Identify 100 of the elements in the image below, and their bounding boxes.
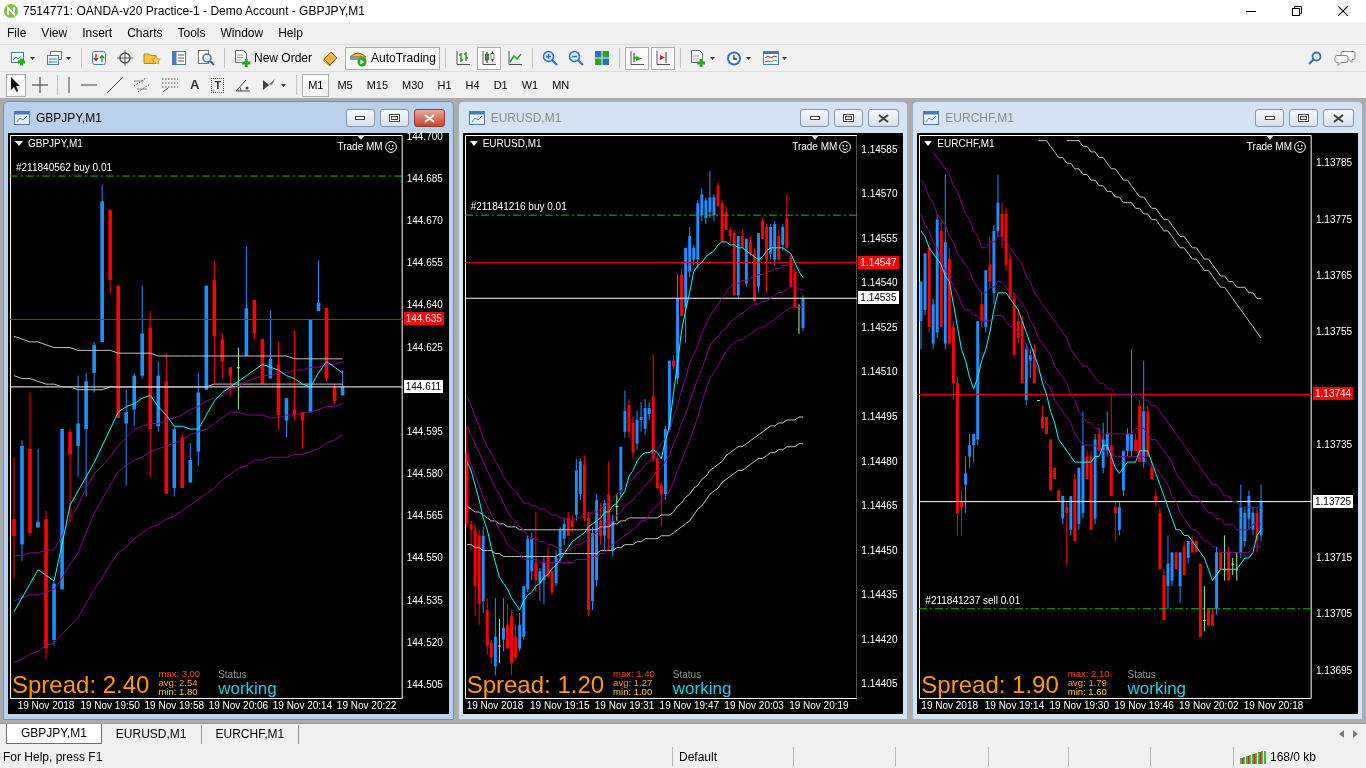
expert-name: Trade MM [1246,141,1292,153]
close-button[interactable] [868,109,900,127]
menu-item[interactable]: Insert [75,23,121,43]
folder-star-icon[interactable] [143,50,161,66]
menu-item[interactable]: File [0,23,35,43]
price-arrows-icon[interactable] [91,50,107,66]
period-button[interactable]: M15 [360,73,395,97]
candle [252,299,257,340]
minimize-button[interactable] [345,109,375,127]
shift-marker-icon[interactable] [356,135,365,140]
zoom-in-icon[interactable] [541,50,558,66]
price-scale-label: 1.14540 [861,277,898,290]
restore-icon[interactable] [1292,6,1302,16]
shift-marker-icon[interactable] [811,135,820,140]
close-button[interactable] [413,109,445,127]
price-tag: 1.13744 [1313,387,1354,401]
maximize-icon[interactable] [843,114,855,122]
price-scale-label: 144.625 [406,341,443,354]
price-scale-label: 144.565 [406,510,443,523]
price-tag: 1.13725 [1313,494,1354,508]
right-arrow-icon[interactable] [1353,730,1358,738]
maximize-icon[interactable] [388,114,400,122]
price-scale-label: 144.670 [406,215,443,228]
time-scale-label: 19 Nov 20:06 [208,700,269,712]
period-button[interactable]: M30 [396,73,430,97]
maximize-button[interactable] [1289,109,1318,127]
chat-icon[interactable] [1334,50,1356,66]
chart-tab[interactable]: EURCHF,M1 [201,725,300,744]
order-label: #211840562 buy 0.01 [16,162,112,175]
price-scale-label: 1.14465 [861,500,898,513]
period-button[interactable]: H1 [431,73,458,97]
order-label: #211841237 sell 0.01 [925,594,1021,607]
period-button[interactable]: M1 [302,73,330,97]
label-tool[interactable]: T [211,77,225,93]
list-window-icon[interactable] [171,50,187,66]
chart-window-title: EURCHF,M1 [945,111,1014,125]
search-icon[interactable] [1308,51,1322,65]
minimize-icon[interactable] [355,116,366,120]
minimize-button[interactable] [1255,109,1284,127]
expert-name: Trade MM [337,141,383,153]
arrows-icon[interactable] [261,77,288,93]
close-icon[interactable] [1338,6,1348,16]
maximize-icon[interactable] [1298,114,1309,122]
menu-item[interactable]: Tools [170,23,214,43]
minimize-icon[interactable] [809,116,820,120]
maximize-button[interactable] [834,109,864,127]
status-value: working [672,680,732,697]
clock-icon[interactable] [725,49,752,67]
target-icon[interactable] [117,50,133,66]
trend-line-icon[interactable] [107,77,123,93]
period-button[interactable]: W1 [515,73,545,97]
period-button[interactable]: M5 [331,73,359,97]
period-button[interactable]: MN [546,73,576,97]
close-button[interactable] [1323,109,1354,127]
spread-value: Spread: 1.20 [466,672,605,697]
candle [92,341,96,394]
menu-item[interactable]: Window [213,23,272,43]
triangle-down-icon[interactable] [469,141,478,146]
minimize-icon[interactable] [1264,116,1275,120]
window-stack-icon[interactable] [46,50,72,66]
status-help-text: For Help, press F1 [2,749,104,764]
chart-tab[interactable]: EURUSD,M1 [101,725,202,744]
price-tag: 144.635 [403,312,444,326]
candle [1037,399,1041,402]
template-plus-icon[interactable] [689,49,716,67]
shift-marker-icon[interactable] [1266,135,1275,140]
tile-windows-icon[interactable] [593,50,610,66]
price-scale-label: 1.13775 [1316,213,1353,226]
chart-tab[interactable]: GBPJPY,M1 [6,724,102,744]
magnifier-document-icon[interactable] [197,49,215,67]
menu-item[interactable]: View [34,23,76,43]
price-scale-label: 1.13785 [1316,157,1353,170]
indicator-window-icon[interactable] [761,50,788,66]
triangle-down-icon[interactable] [15,141,23,146]
spread-value: Spread: 1.90 [921,672,1059,697]
maximize-button[interactable] [379,109,409,127]
document-plus-icon[interactable] [234,49,251,67]
chart-plus-icon[interactable] [10,50,36,66]
time-scale-label: 19 Nov 19:31 [594,700,655,712]
candle [220,333,225,379]
left-arrow-icon[interactable] [1339,730,1344,738]
menu-item[interactable]: Help [271,23,311,43]
close-icon[interactable] [878,113,890,123]
candle [340,369,345,396]
play-badge-icon[interactable] [349,49,368,67]
close-icon[interactable] [1333,113,1344,123]
status-label: Status [672,669,703,680]
channel-icon[interactable] [133,77,151,93]
book-icon[interactable] [322,50,339,66]
window-title: 7514771: OANDA-v20 Practice-1 - Demo Account - GBPJPY,M1 [23,4,365,18]
triangle-down-icon[interactable] [924,141,933,146]
period-button[interactable]: D1 [487,73,514,97]
menu-item[interactable]: Charts [120,23,171,43]
angle-icon[interactable] [235,78,252,92]
text-tool[interactable]: A [190,77,200,93]
new-order-button[interactable]: New Order [230,46,316,70]
period-button[interactable]: H4 [459,73,486,97]
autotrading-button[interactable]: AutoTrading [345,46,440,70]
minimize-button[interactable] [800,109,830,127]
zoom-out-icon[interactable] [567,50,584,66]
